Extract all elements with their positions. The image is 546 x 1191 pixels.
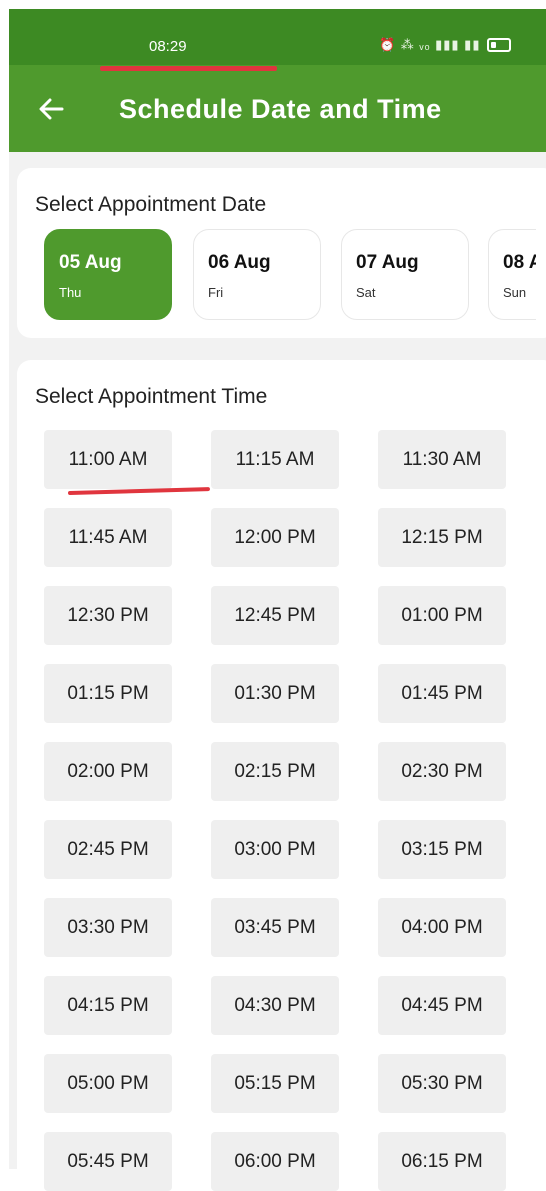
date-section-title: Select Appointment Date xyxy=(35,193,267,216)
weekday-label: Sat xyxy=(356,285,376,300)
time-slot-button[interactable]: 01:45 PM xyxy=(378,664,506,723)
time-slot-button[interactable]: 04:00 PM xyxy=(378,898,506,957)
time-slot-button[interactable]: 05:15 PM xyxy=(211,1054,339,1113)
date-label: 08 Aug xyxy=(503,252,536,273)
arrow-left-icon xyxy=(39,98,64,120)
time-slot-button[interactable]: 03:45 PM xyxy=(211,898,339,957)
time-slot-button[interactable]: 11:30 AM xyxy=(378,430,506,489)
date-chip-05-aug[interactable]: 05 Aug Thu xyxy=(44,229,172,320)
status-icons: ⏰ ⁂ ᵥₒ ▮▮▮ ▮▮ xyxy=(379,37,511,53)
date-chip-07-aug[interactable]: 07 Aug Sat xyxy=(341,229,469,320)
date-label: 06 Aug xyxy=(208,252,271,273)
time-slot-button[interactable]: 05:00 PM xyxy=(44,1054,172,1113)
weekday-label: Fri xyxy=(208,285,224,300)
date-label: 05 Aug xyxy=(59,252,122,273)
time-slot-button[interactable]: 01:30 PM xyxy=(211,664,339,723)
date-chip-08-aug[interactable]: 08 Aug Sun xyxy=(488,229,536,320)
time-slot-button[interactable]: 04:45 PM xyxy=(378,976,506,1035)
time-slot-button[interactable]: 02:30 PM xyxy=(378,742,506,801)
time-slot-button[interactable]: 04:15 PM xyxy=(44,976,172,1035)
time-slot-button[interactable]: 12:15 PM xyxy=(378,508,506,567)
app-bar: Schedule Date and Time xyxy=(9,65,546,152)
time-slot-button[interactable]: 12:00 PM xyxy=(211,508,339,567)
time-slot-button[interactable]: 03:15 PM xyxy=(378,820,506,879)
time-slot-button[interactable]: 05:45 PM xyxy=(44,1132,172,1191)
date-chip-06-aug[interactable]: 06 Aug Fri xyxy=(193,229,321,320)
time-slot-button[interactable]: 12:45 PM xyxy=(211,586,339,645)
time-slot-button[interactable]: 06:00 PM xyxy=(211,1132,339,1191)
time-slot-button[interactable]: 03:30 PM xyxy=(44,898,172,957)
time-slot-button[interactable]: 11:00 AM xyxy=(44,430,172,489)
date-selector: 05 Aug Thu 06 Aug Fri 07 Aug Sat 08 Aug … xyxy=(36,229,536,322)
battery-icon xyxy=(486,38,511,52)
status-time: 08:29 xyxy=(149,38,187,55)
weekday-label: Thu xyxy=(59,285,82,300)
time-slot-button[interactable]: 03:00 PM xyxy=(211,820,339,879)
time-slot-button[interactable]: 01:15 PM xyxy=(44,664,172,723)
status-bar: 08:29 ⏰ ⁂ ᵥₒ ▮▮▮ ▮▮ xyxy=(9,9,546,65)
time-slot-button[interactable]: 04:30 PM xyxy=(211,976,339,1035)
time-slot-button[interactable]: 05:30 PM xyxy=(378,1054,506,1113)
page-title: Schedule Date and Time xyxy=(119,94,442,124)
date-label: 07 Aug xyxy=(356,252,419,273)
time-slot-button[interactable]: 02:00 PM xyxy=(44,742,172,801)
time-section-title: Select Appointment Time xyxy=(35,385,268,408)
time-slot-button[interactable]: 02:15 PM xyxy=(211,742,339,801)
back-button[interactable] xyxy=(31,89,71,129)
weekday-label: Sun xyxy=(503,285,527,300)
status-icons-text: ⏰ ⁂ ᵥₒ ▮▮▮ ▮▮ xyxy=(379,37,481,52)
time-slot-button[interactable]: 06:15 PM xyxy=(378,1132,506,1191)
time-slot-button[interactable]: 01:00 PM xyxy=(378,586,506,645)
time-slot-button[interactable]: 11:45 AM xyxy=(44,508,172,567)
time-slot-button[interactable]: 12:30 PM xyxy=(44,586,172,645)
red-annotation-mark xyxy=(100,66,277,71)
time-slot-button[interactable]: 11:15 AM xyxy=(211,430,339,489)
time-slot-button[interactable]: 02:45 PM xyxy=(44,820,172,879)
